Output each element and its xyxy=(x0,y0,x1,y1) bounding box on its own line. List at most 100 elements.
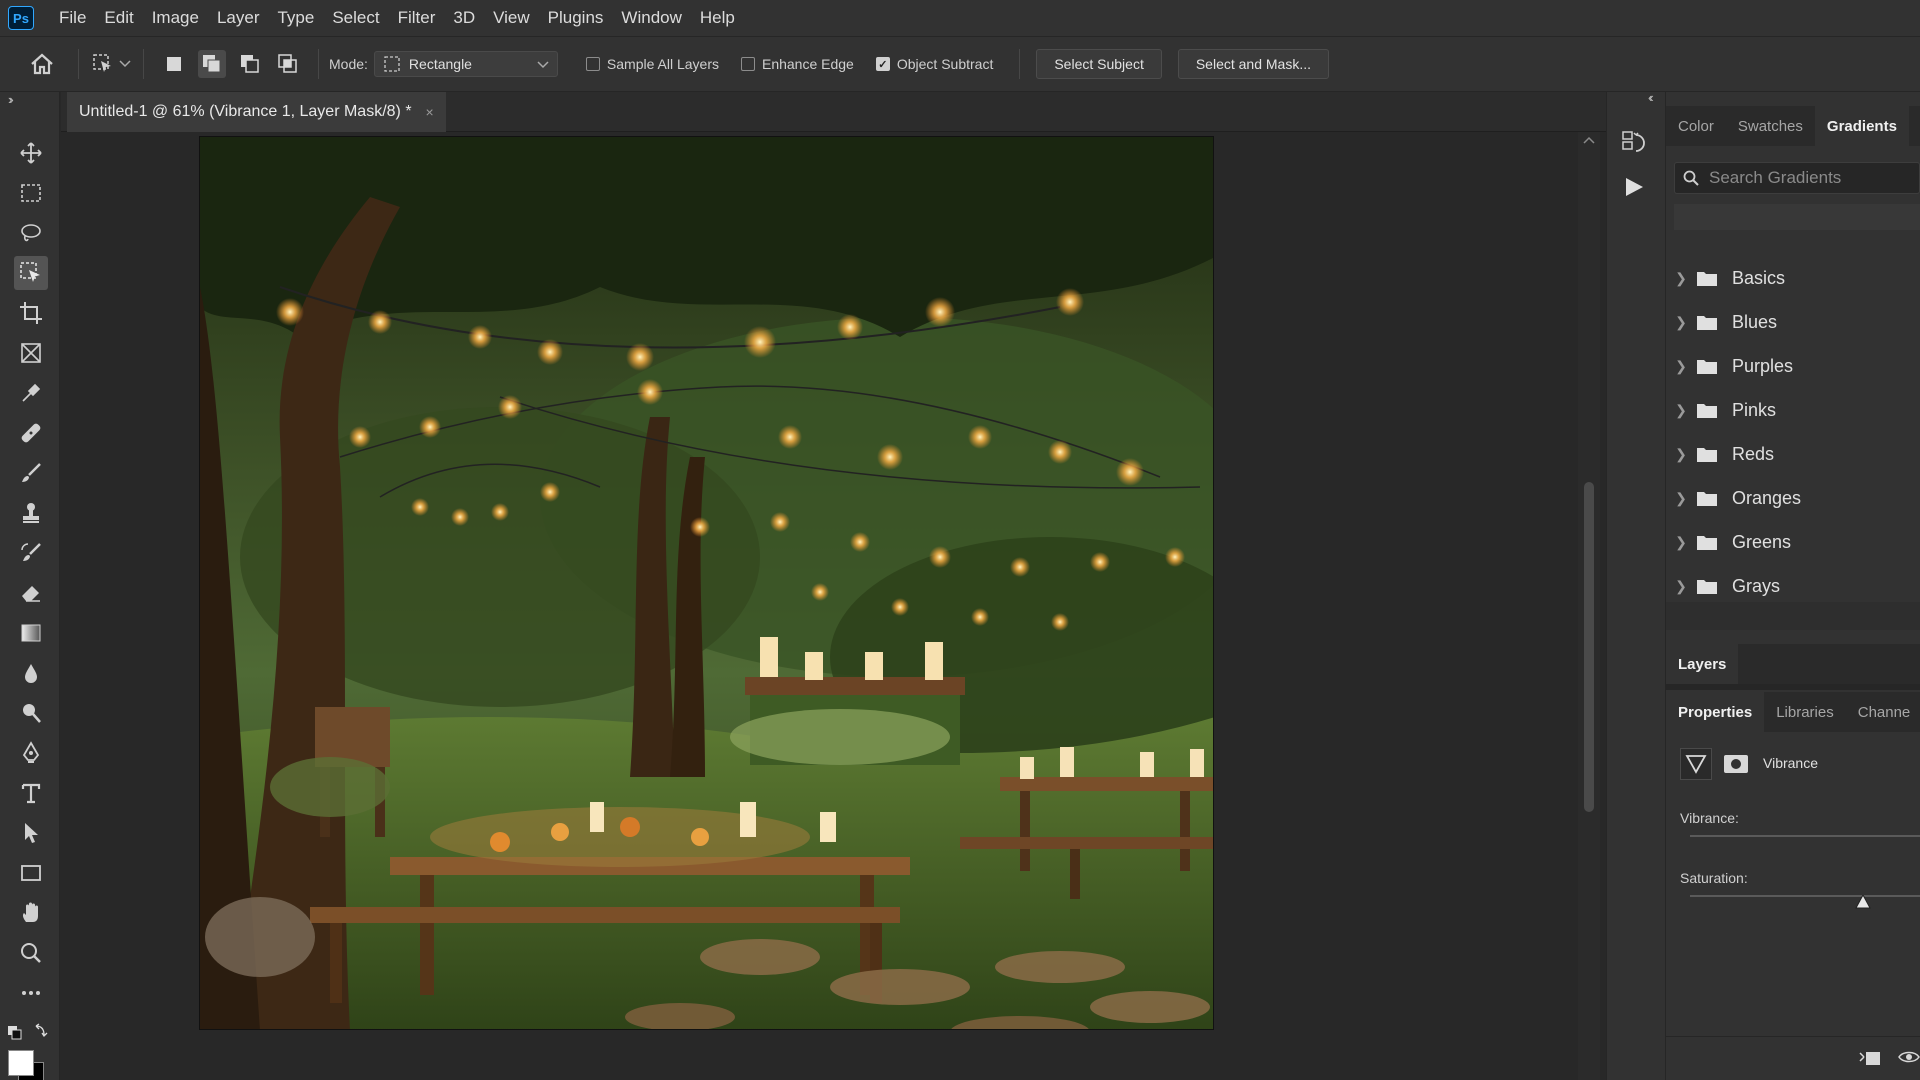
zoom-tool-icon[interactable] xyxy=(14,936,48,970)
tab-swatches[interactable]: Swatches xyxy=(1726,106,1815,146)
folder-icon xyxy=(1697,272,1717,286)
rectangle-tool-icon[interactable] xyxy=(14,856,48,890)
menu-image[interactable]: Image xyxy=(143,0,208,36)
history-brush-tool-icon[interactable] xyxy=(14,536,48,570)
pen-tool-icon[interactable] xyxy=(14,736,48,770)
dodge-tool-icon[interactable] xyxy=(14,696,48,730)
gradient-folder-oranges[interactable]: ❯ Oranges xyxy=(1666,476,1920,520)
gradient-folder-pinks[interactable]: ❯ Pinks xyxy=(1666,388,1920,432)
close-icon[interactable]: × xyxy=(426,104,434,120)
gradient-folder-purples[interactable]: ❯ Purples xyxy=(1666,344,1920,388)
lasso-tool-icon[interactable] xyxy=(14,216,48,250)
sample-all-layers-checkbox[interactable]: Sample All Layers xyxy=(585,56,719,72)
select-and-mask-button[interactable]: Select and Mask... xyxy=(1177,49,1330,79)
gradient-folder-blues[interactable]: ❯ Blues xyxy=(1666,300,1920,344)
chevron-down-icon[interactable] xyxy=(117,50,133,78)
canvas-image[interactable] xyxy=(199,136,1214,1030)
menu-3d[interactable]: 3D xyxy=(444,0,484,36)
path-selection-tool-icon[interactable] xyxy=(14,816,48,850)
tab-channels[interactable]: Channe xyxy=(1846,692,1920,732)
clip-to-layer-icon[interactable] xyxy=(1856,1049,1886,1069)
expand-toolbar-icon[interactable]: ›› xyxy=(8,92,13,107)
panel-divider xyxy=(1666,684,1920,690)
frame-tool-icon[interactable] xyxy=(14,336,48,370)
visibility-eye-icon[interactable] xyxy=(1898,1049,1920,1065)
layer-mask-icon[interactable] xyxy=(1722,752,1750,776)
tab-libraries[interactable]: Libraries xyxy=(1764,692,1846,732)
scrollbar-thumb[interactable] xyxy=(1584,482,1594,812)
crop-tool-icon[interactable] xyxy=(14,296,48,330)
more-tools-icon[interactable] xyxy=(14,976,48,1010)
checkmark-icon: ✓ xyxy=(875,57,890,71)
menu-window[interactable]: Window xyxy=(612,0,690,36)
blur-tool-icon[interactable] xyxy=(14,656,48,690)
gradient-folder-basics[interactable]: ❯ Basics xyxy=(1666,256,1920,300)
brush-tool-icon[interactable] xyxy=(14,456,48,490)
menu-view[interactable]: View xyxy=(484,0,539,36)
tab-properties[interactable]: Properties xyxy=(1666,692,1765,732)
menu-filter[interactable]: Filter xyxy=(389,0,445,36)
gradient-tool-icon[interactable] xyxy=(14,616,48,650)
gradients-preview-bar xyxy=(1674,204,1920,230)
menu-edit[interactable]: Edit xyxy=(95,0,142,36)
move-tool-icon[interactable] xyxy=(14,136,48,170)
vibrance-adjustment-icon[interactable] xyxy=(1680,748,1712,780)
mode-select[interactable]: Rectangle xyxy=(373,51,558,77)
play-actions-icon[interactable] xyxy=(1623,176,1645,198)
eyedropper-tool-icon[interactable] xyxy=(14,376,48,410)
new-selection-icon[interactable] xyxy=(160,50,188,78)
tab-gradients[interactable]: Gradients xyxy=(1814,106,1909,146)
vibrance-slider[interactable] xyxy=(1690,835,1920,837)
intersect-selection-icon[interactable] xyxy=(274,50,302,78)
enhance-edge-checkbox[interactable]: Enhance Edge xyxy=(740,56,854,72)
healing-brush-tool-icon[interactable] xyxy=(14,416,48,450)
gradients-search-input[interactable] xyxy=(1709,168,1909,188)
chevron-right-icon: ❯ xyxy=(1675,401,1687,418)
scroll-up-icon[interactable] xyxy=(1583,136,1595,144)
eraser-tool-icon[interactable] xyxy=(14,576,48,610)
chevron-right-icon: ❯ xyxy=(1675,269,1687,286)
checkbox-box xyxy=(585,57,600,71)
separator xyxy=(1019,49,1021,79)
subtract-from-selection-icon[interactable] xyxy=(236,50,264,78)
menu-file[interactable]: File xyxy=(50,0,95,36)
gradient-folder-reds[interactable]: ❯ Reds xyxy=(1666,432,1920,476)
tab-layers[interactable]: Layers xyxy=(1666,644,1739,684)
photoshop-window: Ps File Edit Image Layer Type Select Fil… xyxy=(0,0,1920,1080)
clone-stamp-tool-icon[interactable] xyxy=(14,496,48,530)
menu-layer[interactable]: Layer xyxy=(208,0,269,36)
gradient-folder-greens[interactable]: ❯ Greens xyxy=(1666,520,1920,564)
object-selection-preset-icon[interactable] xyxy=(89,50,117,78)
menu-plugins[interactable]: Plugins xyxy=(539,0,613,36)
collapsed-panel-strip: ‹‹ xyxy=(1606,90,1666,1080)
saturation-slider-thumb[interactable] xyxy=(1854,895,1871,909)
select-subject-button[interactable]: Select Subject xyxy=(1036,49,1162,79)
object-subtract-checkbox[interactable]: ✓ Object Subtract xyxy=(875,56,993,72)
marquee-tool-icon[interactable] xyxy=(14,176,48,210)
options-bar: Mode: Rectangle Sample All Layers Enhanc… xyxy=(0,36,1920,92)
home-icon[interactable] xyxy=(28,50,56,78)
default-colors-icon[interactable] xyxy=(6,1022,56,1042)
separator xyxy=(318,49,319,79)
foreground-background-colors[interactable] xyxy=(8,1050,48,1080)
menu-type[interactable]: Type xyxy=(268,0,323,36)
mode-value: Rectangle xyxy=(408,56,472,72)
document-tab[interactable]: Untitled-1 @ 61% (Vibrance 1, Layer Mask… xyxy=(67,92,446,132)
type-tool-icon[interactable] xyxy=(14,776,48,810)
saturation-slider[interactable] xyxy=(1690,895,1920,909)
foreground-color-swatch[interactable] xyxy=(8,1050,34,1076)
tab-color[interactable]: Color xyxy=(1666,106,1726,146)
add-to-selection-icon[interactable] xyxy=(198,50,226,78)
history-panel-icon[interactable] xyxy=(1621,130,1647,156)
search-icon xyxy=(1683,170,1699,186)
menu-select[interactable]: Select xyxy=(323,0,388,36)
document-tab-title: Untitled-1 @ 61% (Vibrance 1, Layer Mask… xyxy=(79,103,412,120)
rectangle-mode-icon xyxy=(384,56,400,72)
menu-help[interactable]: Help xyxy=(691,0,744,36)
canvas-view[interactable] xyxy=(61,132,1606,1080)
hand-tool-icon[interactable] xyxy=(14,896,48,930)
vertical-scrollbar[interactable] xyxy=(1578,132,1600,1080)
object-selection-tool-icon[interactable] xyxy=(14,256,48,290)
chevron-right-icon: ❯ xyxy=(1675,533,1687,550)
collapse-panels-icon[interactable]: ‹‹ xyxy=(1648,90,1653,105)
